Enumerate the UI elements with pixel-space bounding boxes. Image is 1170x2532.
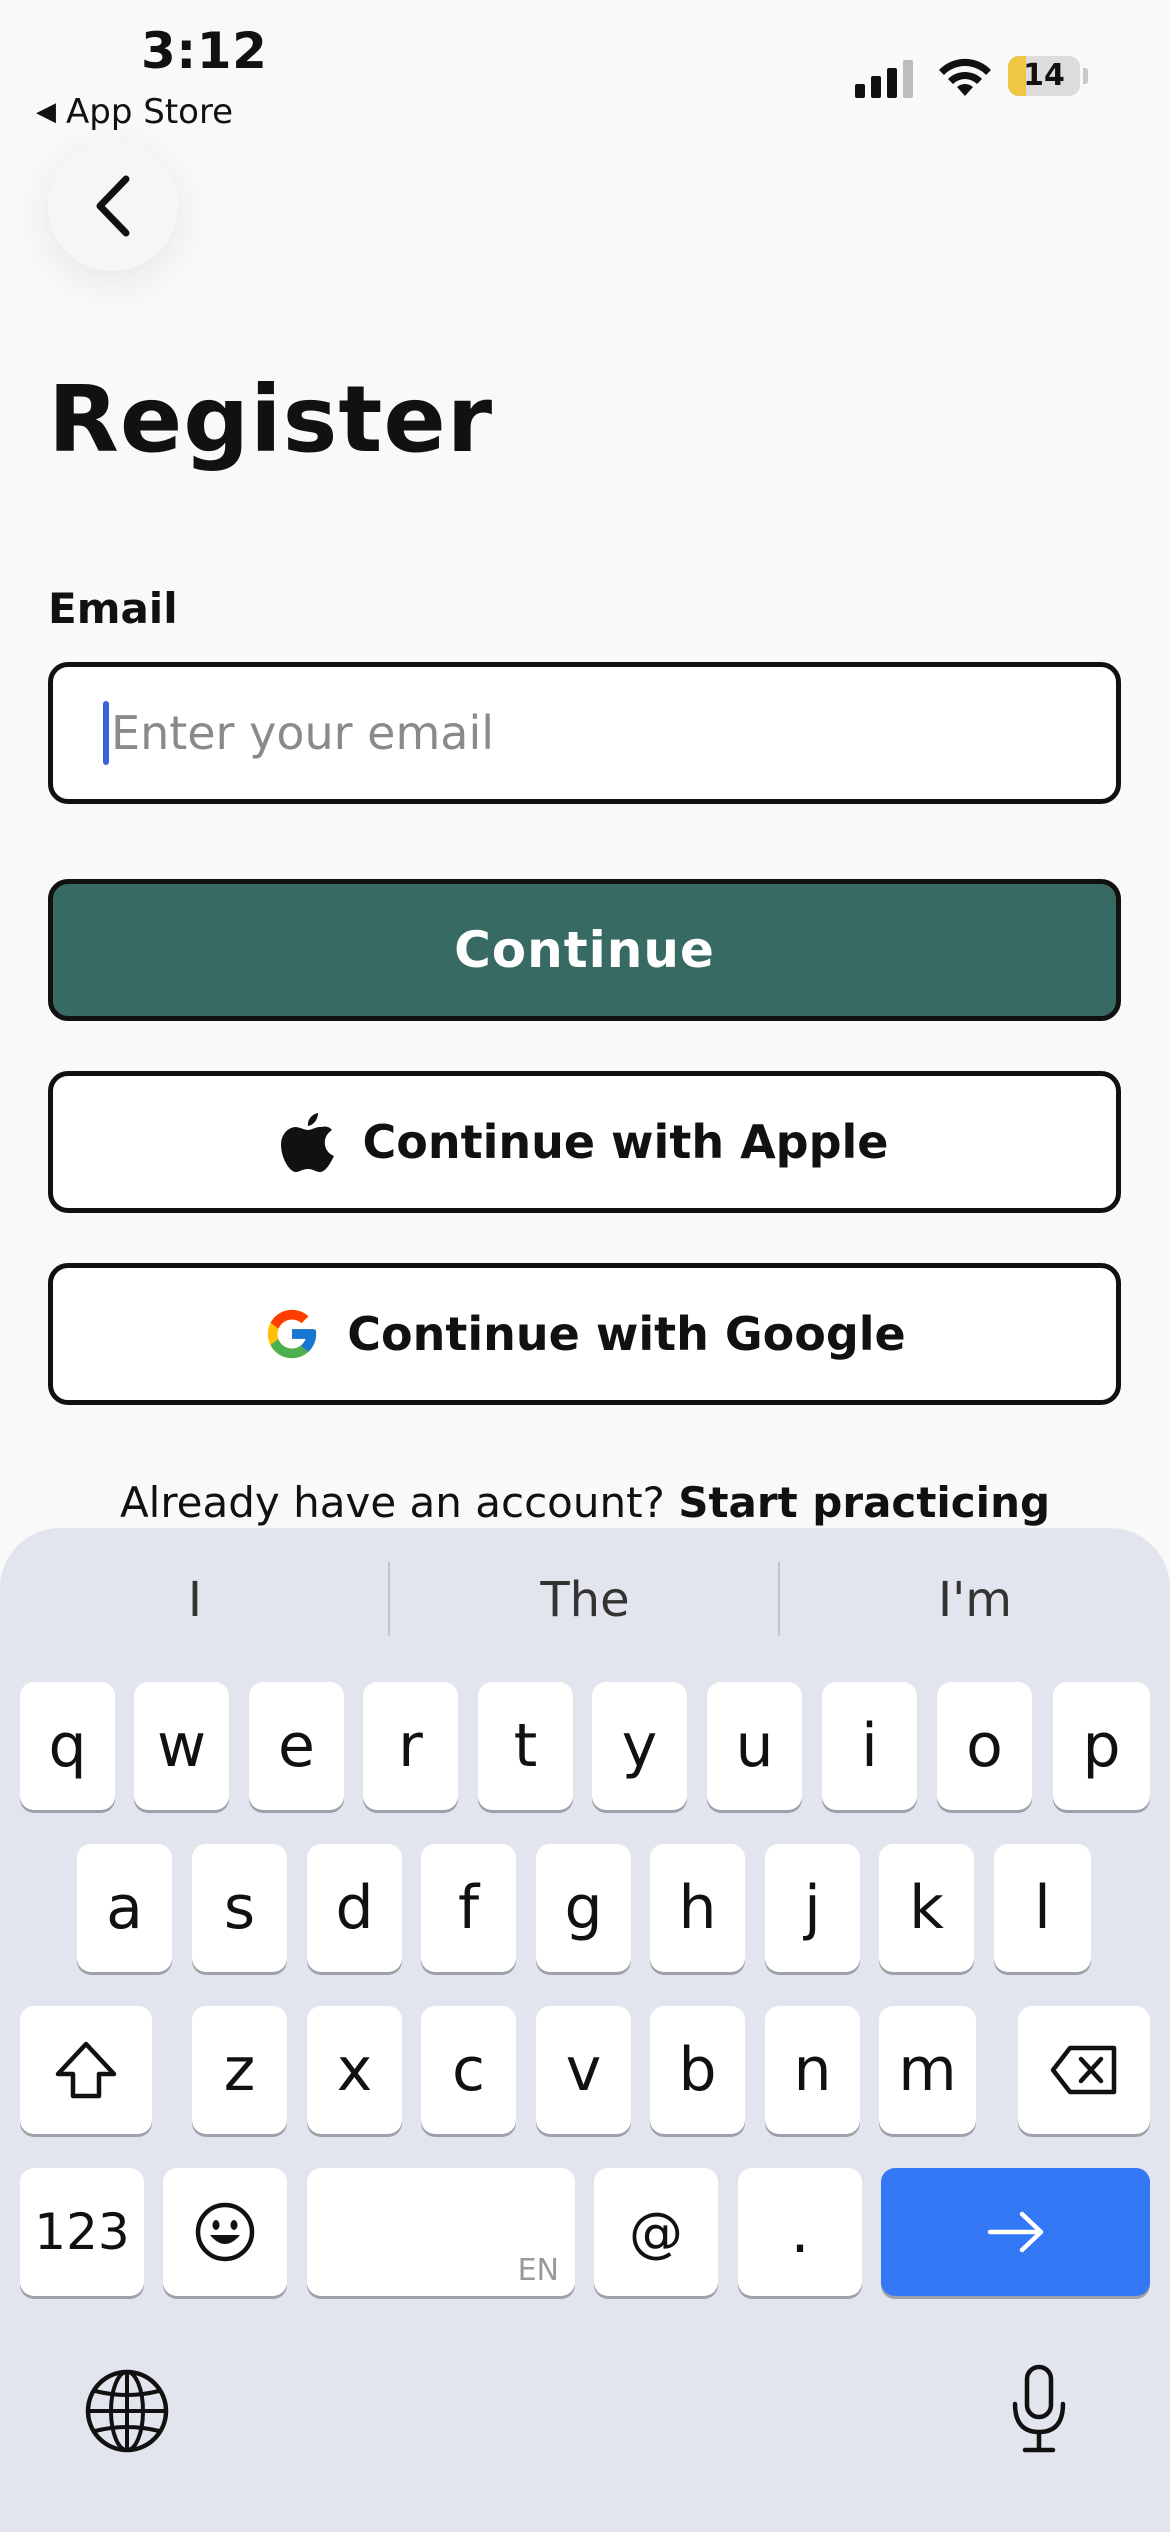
key-t[interactable]: t bbox=[478, 1682, 573, 1810]
battery-level: 14 bbox=[1023, 58, 1065, 93]
key-x[interactable]: x bbox=[307, 2006, 402, 2134]
key-h[interactable]: h bbox=[650, 1844, 745, 1972]
battery-indicator: 14 bbox=[1008, 56, 1090, 96]
period-key[interactable]: . bbox=[738, 2168, 862, 2296]
key-c[interactable]: c bbox=[421, 2006, 516, 2134]
continue-button[interactable]: Continue bbox=[48, 879, 1121, 1021]
email-field-container[interactable] bbox=[48, 662, 1121, 804]
apple-button-label: Continue with Apple bbox=[362, 1115, 889, 1169]
email-field[interactable] bbox=[111, 706, 1116, 760]
key-i[interactable]: i bbox=[822, 1682, 917, 1810]
delete-key[interactable] bbox=[1018, 2006, 1150, 2134]
at-key[interactable]: @ bbox=[594, 2168, 718, 2296]
status-time: 3:12 bbox=[141, 22, 268, 80]
google-icon bbox=[268, 1309, 317, 1359]
key-s[interactable]: s bbox=[192, 1844, 287, 1972]
key-e[interactable]: e bbox=[249, 1682, 344, 1810]
space-key[interactable]: EN bbox=[307, 2168, 575, 2296]
back-to-app-store[interactable]: ◀ App Store bbox=[36, 92, 233, 132]
key-d[interactable]: d bbox=[307, 1844, 402, 1972]
shift-icon bbox=[55, 2041, 117, 2099]
go-key[interactable] bbox=[881, 2168, 1150, 2296]
google-button-label: Continue with Google bbox=[347, 1307, 906, 1361]
microphone-icon bbox=[1012, 2364, 1066, 2453]
continue-with-apple-button[interactable]: Continue with Apple bbox=[48, 1071, 1121, 1213]
continue-button-label: Continue bbox=[454, 921, 715, 979]
arrow-right-icon bbox=[987, 2211, 1043, 2253]
chevron-left-icon bbox=[96, 175, 130, 237]
key-r[interactable]: r bbox=[363, 1682, 458, 1810]
apple-icon bbox=[281, 1113, 335, 1172]
key-f[interactable]: f bbox=[421, 1844, 516, 1972]
back-triangle-icon: ◀ bbox=[36, 97, 56, 127]
key-k[interactable]: k bbox=[879, 1844, 974, 1972]
cellular-signal-icon bbox=[855, 58, 915, 98]
space-language-label: EN bbox=[517, 2253, 559, 2288]
key-o[interactable]: o bbox=[937, 1682, 1032, 1810]
key-j[interactable]: j bbox=[765, 1844, 860, 1972]
key-v[interactable]: v bbox=[536, 2006, 631, 2134]
dictation-key[interactable] bbox=[1008, 2364, 1070, 2454]
globe-icon bbox=[85, 2369, 169, 2453]
globe-key[interactable] bbox=[84, 2368, 170, 2454]
shift-key[interactable] bbox=[20, 2006, 152, 2134]
start-practicing-link[interactable]: Start practicing bbox=[678, 1478, 1050, 1527]
back-app-label: App Store bbox=[66, 92, 234, 132]
email-label: Email bbox=[48, 584, 178, 633]
back-button[interactable] bbox=[48, 141, 178, 271]
key-u[interactable]: u bbox=[707, 1682, 802, 1810]
text-caret bbox=[103, 701, 109, 765]
backspace-icon bbox=[1050, 2045, 1117, 2095]
wifi-icon bbox=[935, 52, 995, 98]
emoji-key[interactable] bbox=[163, 2168, 287, 2296]
suggestion-3[interactable]: I'm bbox=[780, 1560, 1170, 1640]
key-m[interactable]: m bbox=[879, 2006, 976, 2134]
emoji-icon bbox=[195, 2202, 255, 2262]
suggestion-2[interactable]: The bbox=[390, 1560, 780, 1640]
login-prompt: Already have an account? Start practicin… bbox=[0, 1478, 1170, 1527]
key-z[interactable]: z bbox=[192, 2006, 287, 2134]
page-title: Register bbox=[48, 366, 494, 473]
key-l[interactable]: l bbox=[994, 1844, 1091, 1972]
key-g[interactable]: g bbox=[536, 1844, 631, 1972]
continue-with-google-button[interactable]: Continue with Google bbox=[48, 1263, 1121, 1405]
numbers-key[interactable]: 123 bbox=[20, 2168, 144, 2296]
key-n[interactable]: n bbox=[765, 2006, 860, 2134]
suggestion-1[interactable]: I bbox=[0, 1560, 390, 1640]
login-prompt-text: Already have an account? bbox=[119, 1478, 665, 1527]
key-p[interactable]: p bbox=[1053, 1682, 1150, 1810]
key-w[interactable]: w bbox=[134, 1682, 229, 1810]
key-a[interactable]: a bbox=[77, 1844, 172, 1972]
key-b[interactable]: b bbox=[650, 2006, 745, 2134]
key-y[interactable]: y bbox=[592, 1682, 687, 1810]
key-q[interactable]: q bbox=[20, 1682, 115, 1810]
